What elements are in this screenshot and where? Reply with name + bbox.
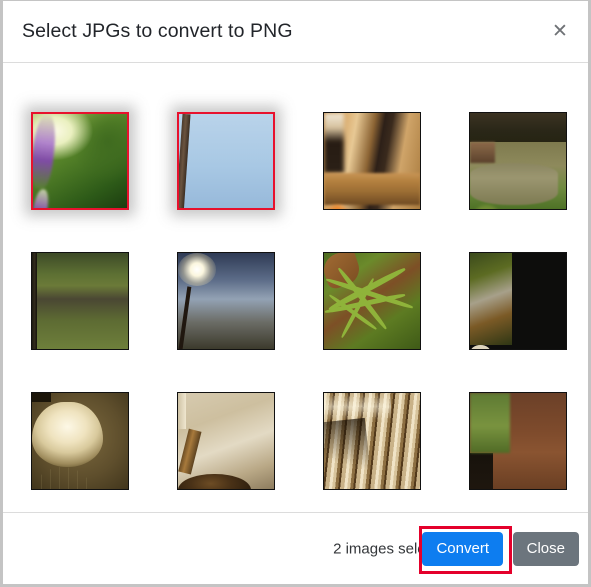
- dialog-title: Select JPGs to convert to PNG: [22, 20, 293, 42]
- thumbnail-item-8[interactable]: [469, 252, 567, 350]
- convert-button[interactable]: Convert: [422, 531, 503, 566]
- thumbnail-image-7: [324, 253, 420, 349]
- thumbnail-image-2: [179, 114, 273, 208]
- thumbnail-grid: [31, 112, 567, 490]
- convert-dialog: Select JPGs to convert to PNG ✕ 2 images…: [0, 0, 591, 587]
- thumbnail-image-1: [33, 114, 127, 208]
- thumbnail-item-7[interactable]: [323, 252, 421, 350]
- thumbnail-item-10[interactable]: [177, 392, 275, 490]
- thumbnail-item-1[interactable]: [31, 112, 129, 210]
- dialog-header: Select JPGs to convert to PNG ✕: [3, 1, 588, 63]
- close-button[interactable]: Close: [512, 531, 579, 566]
- thumbnail-image-5: [32, 253, 128, 349]
- thumbnail-item-11[interactable]: [323, 392, 421, 490]
- thumbnail-item-9[interactable]: [31, 392, 129, 490]
- thumbnail-item-4[interactable]: [469, 112, 567, 210]
- thumbnail-image-9: [32, 393, 128, 489]
- thumbnail-image-6: [178, 253, 274, 349]
- thumbnail-image-10: [178, 393, 274, 489]
- dialog-body: [3, 63, 588, 512]
- thumbnail-item-3[interactable]: [323, 112, 421, 210]
- close-x-icon[interactable]: ✕: [546, 17, 574, 45]
- dialog-footer: 2 images selected Convert Close: [3, 512, 588, 584]
- thumbnail-image-4: [470, 113, 566, 209]
- thumbnail-image-11: [324, 393, 420, 489]
- thumbnail-image-3: [324, 113, 420, 209]
- thumbnail-item-2[interactable]: [177, 112, 275, 210]
- thumbnail-image-8: [470, 253, 566, 349]
- thumbnail-item-6[interactable]: [177, 252, 275, 350]
- thumbnail-item-12[interactable]: [469, 392, 567, 490]
- thumbnail-item-5[interactable]: [31, 252, 129, 350]
- thumbnail-image-12: [470, 393, 566, 489]
